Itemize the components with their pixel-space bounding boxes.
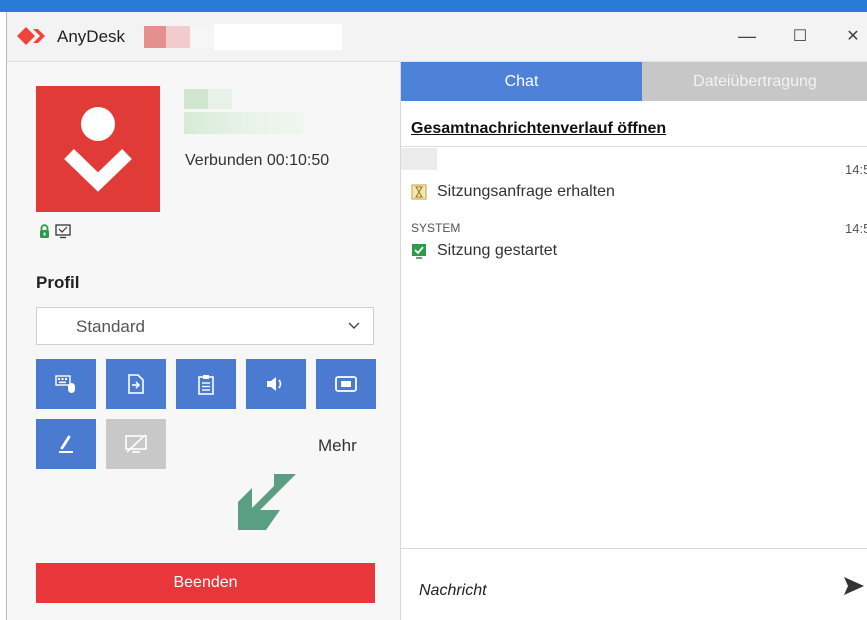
keyboard-mouse-icon xyxy=(55,375,75,393)
chat-message: Sitzung gestartet xyxy=(411,242,557,260)
chevron-down-icon xyxy=(348,322,360,329)
status-icons xyxy=(39,224,71,239)
audio-icon xyxy=(267,377,282,391)
screen-record-button[interactable] xyxy=(316,359,376,409)
pen-button[interactable] xyxy=(36,419,96,469)
audio-button[interactable] xyxy=(246,359,306,409)
anydesk-user-icon xyxy=(64,107,132,192)
hourglass-icon xyxy=(411,184,427,200)
message-input[interactable]: Nachricht xyxy=(419,582,487,600)
tab-chat[interactable]: Chat xyxy=(401,62,642,101)
profile-select-value: Standard xyxy=(76,317,145,336)
clipboard-icon xyxy=(198,374,214,395)
divider xyxy=(401,548,867,549)
clipboard-button[interactable] xyxy=(176,359,236,409)
screen-record-icon xyxy=(335,376,357,392)
open-history-link[interactable]: Gesamtnachrichtenverlauf öffnen xyxy=(411,120,666,138)
file-transfer-button[interactable] xyxy=(106,359,166,409)
session-started-icon xyxy=(412,244,426,259)
connection-status: Verbunden 00:10:50 xyxy=(185,152,330,169)
redacted-id xyxy=(184,112,304,134)
redacted-address-field xyxy=(214,24,342,50)
tab-file-transfer[interactable]: Dateiübertragung xyxy=(642,62,867,101)
chat-message: Sitzungsanfrage erhalten xyxy=(411,183,615,201)
message-time: 14:5 xyxy=(845,221,867,236)
anydesk-window: AnyDesk — ☐ ✕ Verbunden 00:10:50 Profil … xyxy=(6,12,867,620)
close-button[interactable]: ✕ xyxy=(833,22,867,50)
message-time: 14:5 xyxy=(845,162,867,177)
send-icon[interactable] xyxy=(843,575,865,597)
block-input-button[interactable] xyxy=(106,419,166,469)
message-sender: SYSTEM xyxy=(411,221,461,235)
tab-bar: Chat Dateiübertragung xyxy=(401,62,867,101)
redacted-sender xyxy=(401,148,437,170)
more-button[interactable]: Mehr xyxy=(318,436,357,456)
end-session-button[interactable]: Beenden xyxy=(36,563,375,603)
keyboard-mouse-button[interactable] xyxy=(36,359,96,409)
maximize-button[interactable]: ☐ xyxy=(780,22,820,50)
lock-icon xyxy=(40,224,49,238)
app-title: AnyDesk xyxy=(57,27,126,46)
avatar xyxy=(36,86,160,212)
profile-label: Profil xyxy=(36,273,80,292)
pen-icon xyxy=(59,435,73,453)
minimize-button[interactable]: — xyxy=(727,22,767,50)
message-text: Sitzung gestartet xyxy=(437,242,558,259)
file-transfer-icon xyxy=(128,374,144,394)
divider xyxy=(401,146,867,147)
title-bar: AnyDesk — ☐ ✕ xyxy=(7,12,867,62)
block-input-icon xyxy=(125,434,147,453)
arrow-down-left-icon xyxy=(238,474,296,530)
anydesk-logo-icon xyxy=(17,27,45,45)
redacted-name xyxy=(184,89,232,109)
session-panel: Verbunden 00:10:50 Profil Standard Mehr … xyxy=(7,62,401,620)
redacted-address xyxy=(144,26,214,48)
monitor-icon xyxy=(55,224,71,239)
message-text: Sitzungsanfrage erhalten xyxy=(437,183,615,200)
profile-select[interactable]: Standard xyxy=(36,307,374,345)
background-window-strip xyxy=(0,0,867,12)
